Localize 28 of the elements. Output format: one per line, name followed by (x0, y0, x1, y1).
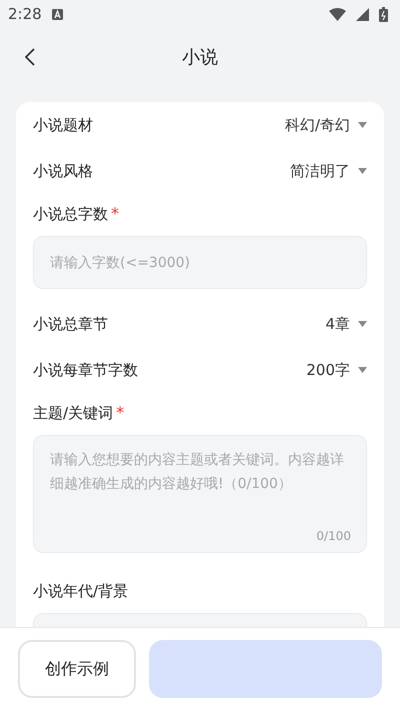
input-field[interactable]: 请输入字数(<=3000) (33, 236, 367, 289)
wifi-icon (329, 8, 346, 20)
back-icon (25, 48, 35, 66)
required-mark: * (116, 403, 124, 422)
caret-icon (358, 321, 367, 327)
caret-icon (358, 122, 367, 128)
caret-icon (358, 367, 367, 373)
select-dropdown[interactable]: 200字 (306, 360, 367, 380)
select-dropdown[interactable]: 简洁明了 (290, 162, 367, 180)
select-dropdown[interactable]: 科幻/奇幻 (284, 116, 367, 134)
example-button[interactable]: 创作示例 (18, 640, 136, 698)
battery-icon (379, 6, 388, 22)
field-label: 小说总字数 (33, 205, 108, 223)
field-label: 小说总章节 (33, 314, 108, 334)
field-label: 主题/关键词 (33, 404, 114, 422)
status-time: 2:28 (8, 5, 42, 23)
field-label: 小说年代/背景 (33, 582, 128, 600)
char-counter: 0/100 (316, 529, 351, 543)
create-button[interactable] (149, 640, 382, 698)
signal-icon (356, 8, 369, 20)
field-label: 小说每章节字数 (33, 360, 138, 380)
notification-icon (52, 8, 63, 20)
field-label: 小说题材 (33, 116, 93, 134)
required-mark: * (111, 204, 119, 223)
field-label: 小说风格 (33, 162, 93, 180)
caret-icon (358, 168, 367, 174)
select-dropdown[interactable]: 4章 (325, 314, 367, 334)
page-title: 小说 (181, 46, 219, 69)
